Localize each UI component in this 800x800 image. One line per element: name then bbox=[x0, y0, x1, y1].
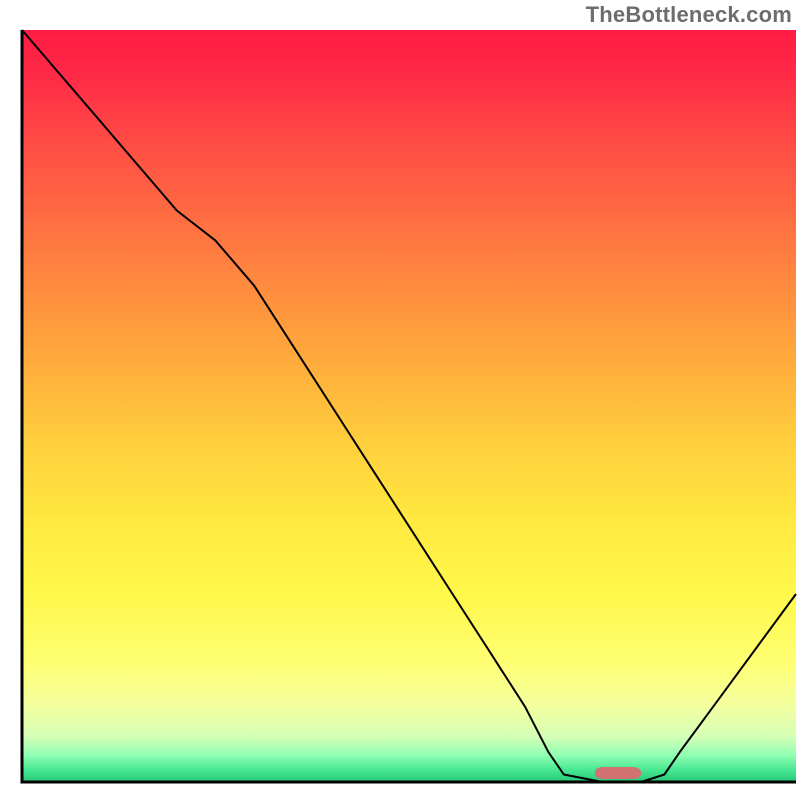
chart-container: TheBottleneck.com bbox=[0, 0, 800, 800]
bottleneck-chart bbox=[0, 0, 800, 800]
plot-background bbox=[22, 30, 796, 782]
optimal-marker bbox=[595, 767, 641, 779]
